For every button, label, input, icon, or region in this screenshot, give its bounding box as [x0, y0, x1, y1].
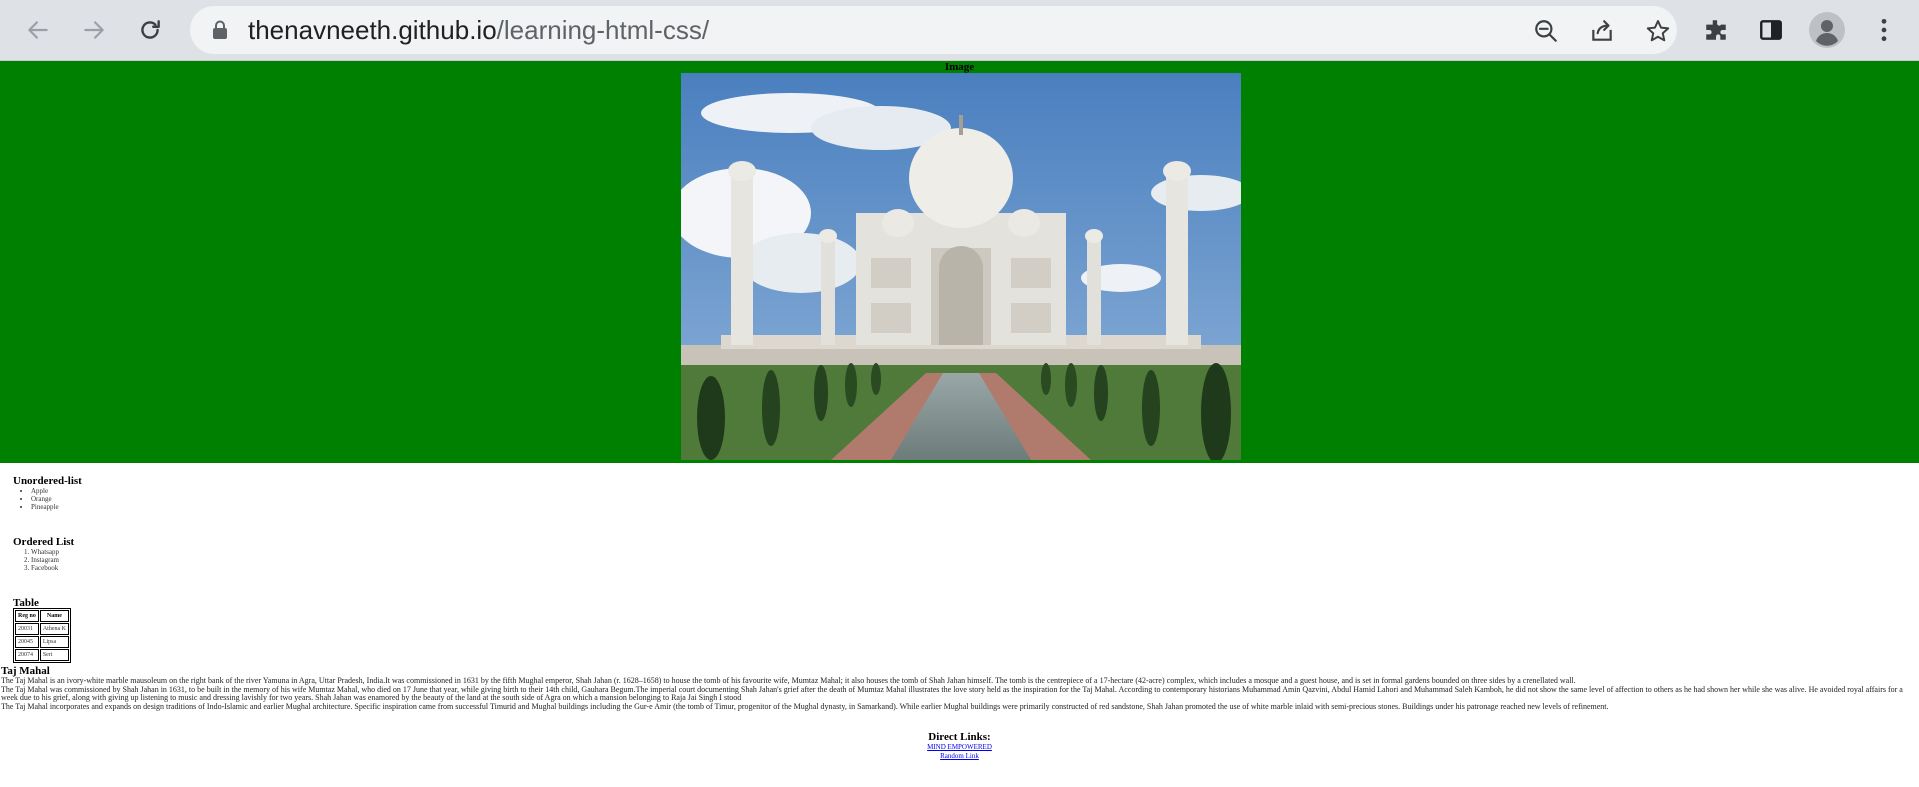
list-item: Instagram: [31, 556, 74, 564]
direct-links-section: Direct Links: MIND EMPOWERED Random Link: [0, 731, 1919, 761]
side-panel-icon[interactable]: [1753, 12, 1789, 48]
puzzle-icon[interactable]: [1698, 12, 1734, 48]
forward-button[interactable]: [76, 12, 112, 48]
browser-toolbar: thenavneeth.github.io/learning-html-css/: [0, 0, 1919, 61]
arrow-left-icon: [28, 21, 48, 39]
data-table: Reg no Name 20031 Athena K 20045 Lipsa 2…: [13, 608, 72, 663]
ordered-list-title: Ordered List: [13, 536, 75, 548]
list-item: Orange: [31, 495, 82, 503]
link-random[interactable]: Random Link: [0, 752, 1919, 761]
back-button[interactable]: [20, 12, 56, 48]
url-path: /learning-html-css/: [496, 15, 710, 45]
url-host: thenavneeth.github.io: [248, 15, 497, 45]
ordered-list: Whatsapp Instagram Facebook: [13, 548, 74, 572]
kebab-menu-icon[interactable]: [1866, 12, 1902, 48]
arrow-right-icon: [84, 21, 104, 39]
image-caption: Image: [944, 61, 975, 73]
table-row: 20074 Seri: [15, 649, 70, 661]
list-item: Facebook: [31, 564, 74, 572]
zoom-out-icon[interactable]: [1532, 17, 1560, 45]
reload-button[interactable]: [132, 12, 168, 48]
direct-links-title: Direct Links:: [928, 731, 991, 743]
table-header-row: Reg no Name: [15, 610, 70, 622]
ordered-list-section: Ordered List Whatsapp Instagram Facebook: [13, 536, 74, 572]
reload-icon: [141, 20, 160, 39]
column-header: Reg no: [15, 610, 39, 622]
url-text[interactable]: thenavneeth.github.io/learning-html-css/: [248, 15, 709, 46]
star-icon[interactable]: [1644, 17, 1672, 45]
list-item: Whatsapp: [31, 548, 74, 556]
unordered-list-section: Unordered-list Apple Orange Pineapple: [13, 475, 82, 511]
article-body: The Taj Mahal is an ivory-white marble m…: [1, 676, 1916, 711]
unordered-list: Apple Orange Pineapple: [13, 487, 82, 511]
list-item: Apple: [31, 487, 82, 495]
table-row: 20045 Lipsa: [15, 636, 70, 648]
table-cell: 20045: [15, 636, 39, 648]
share-icon[interactable]: [1588, 17, 1616, 45]
table-cell: Athena K: [39, 623, 70, 635]
column-header: Name: [39, 610, 70, 622]
table-cell: Seri: [39, 649, 70, 661]
table-row: 20031 Athena K: [15, 623, 70, 635]
profile-icon[interactable]: [1809, 12, 1845, 48]
link-mind-empowered[interactable]: MIND EMPOWERED: [0, 743, 1919, 752]
address-bar[interactable]: thenavneeth.github.io/learning-html-css/: [190, 6, 1677, 54]
taj-mahal-image: [681, 73, 1241, 460]
lock-icon[interactable]: [212, 20, 228, 45]
table-cell: 20074: [15, 649, 39, 661]
list-item: Pineapple: [31, 503, 82, 511]
article-paragraph: The Taj Mahal incorporates and expands o…: [1, 701, 1609, 711]
table-cell: 20031: [15, 623, 39, 635]
table-cell: Lipsa: [39, 636, 70, 648]
unordered-list-title: Unordered-list: [13, 475, 82, 487]
article-paragraph: The Taj Mahal was commissioned by Shah J…: [1, 684, 1903, 703]
